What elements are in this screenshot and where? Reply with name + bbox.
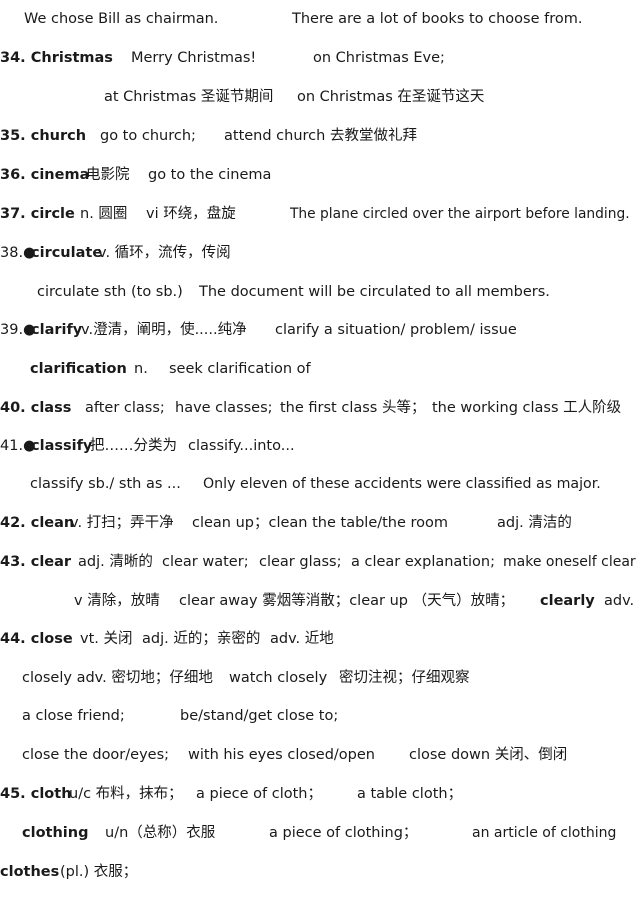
- entry-line: 39.● clarify v.澄清，阐明，使.....纯净 clarify a …: [0, 318, 640, 342]
- example-text: the working class 工人阶级: [432, 400, 622, 416]
- example-text: clean up；clean the table/the room: [192, 515, 449, 531]
- entry-line: 34. Christmas Merry Christmas! on Christ…: [0, 46, 640, 70]
- entry-line: 43. clear adj. 清晰的 clear water; clear gl…: [0, 550, 640, 574]
- example-text: make oneself clear: [503, 554, 636, 570]
- definition-text: v. 循环，流传，传阅: [98, 245, 231, 261]
- definition-text: adj. 清洁的: [497, 515, 572, 531]
- definition-text: vi 环绕，盘旋: [146, 206, 236, 222]
- headword: clarification: [30, 361, 127, 377]
- entry-line: clarification n. seek clarification of: [0, 357, 640, 381]
- headword: 37. circle: [0, 206, 75, 222]
- entry-line: close the door/eyes; with his eyes close…: [0, 743, 640, 767]
- headword: 42. clean: [0, 515, 75, 531]
- definition-text: vt. 关闭: [80, 631, 133, 647]
- headword: 34. Christmas: [0, 50, 113, 66]
- headword: 40. class: [0, 400, 72, 416]
- definition-text: v.澄清，阐明，使.....纯净: [81, 322, 247, 338]
- example-text: a close friend;: [22, 708, 125, 724]
- example-text: a piece of clothing；: [269, 825, 418, 841]
- example-text: Merry Christmas!: [131, 50, 257, 66]
- entry-line: classify sb./ sth as ... Only eleven of …: [0, 472, 640, 496]
- example-text: clarify a situation/ problem/ issue: [275, 322, 517, 338]
- example-text: the first class 头等；: [280, 400, 426, 416]
- example-text: clear glass;: [259, 554, 342, 570]
- definition-text: 把……分类为: [90, 438, 177, 454]
- example-text: with his eyes closed/open: [188, 747, 375, 763]
- example-text: close the door/eyes;: [22, 747, 170, 763]
- headword: 44. close: [0, 631, 73, 647]
- definition-text: u/n（总称）衣服: [105, 825, 216, 841]
- example-text: watch closely: [229, 670, 328, 686]
- example-text: have classes;: [175, 400, 273, 416]
- headword: classify: [31, 438, 93, 454]
- entry-line: 45. cloth u/c 布料，抹布； a piece of cloth； a…: [0, 782, 640, 806]
- definition-text: u/c 布料，抹布；: [69, 786, 183, 802]
- example-text: go to church;: [100, 128, 196, 144]
- example-text: a clear explanation;: [351, 554, 495, 570]
- definition-text: adv. 近地: [270, 631, 334, 647]
- definition-text: n.: [134, 361, 148, 377]
- definition-text: closely adv. 密切地；仔细地: [22, 670, 213, 686]
- entry-line: 35. church go to church; attend church 去…: [0, 124, 640, 148]
- entry-line: clothes (pl.) 衣服；: [0, 860, 640, 884]
- example-text: after class;: [85, 400, 165, 416]
- definition-text: v 清除，放晴: [74, 593, 160, 609]
- headword: circulate: [31, 245, 103, 261]
- example-text: The document will be circulated to all m…: [199, 284, 550, 300]
- example-text: an article of clothing: [472, 825, 617, 841]
- entry-line: 44. close vt. 关闭 adj. 近的；亲密的 adv. 近地: [0, 627, 640, 651]
- example-text: circulate sth (to sb.): [37, 284, 183, 300]
- example-text: a table cloth；: [357, 786, 463, 802]
- headword: clearly: [540, 593, 595, 609]
- entry-line: 36. cinema 电影院 go to the cinema: [0, 163, 640, 187]
- entry-line: We chose Bill as chairman. There are a l…: [0, 7, 640, 31]
- definition-text: (pl.) 衣服；: [60, 864, 138, 880]
- entry-line: 37. circle n. 圆圈 vi 环绕，盘旋 The plane circ…: [0, 202, 640, 226]
- headword: clothes: [0, 864, 60, 880]
- headword: 43. clear: [0, 554, 72, 570]
- headword: clothing: [22, 825, 89, 841]
- definition-text: 密切注视；仔细观察: [339, 670, 470, 686]
- example-text: clear away 雾烟等消散；clear up （天气）放晴；: [179, 593, 515, 609]
- definition-text: v. 打扫；弄干净: [70, 515, 174, 531]
- definition-text: 电影院: [86, 167, 130, 183]
- entry-line: v 清除，放晴 clear away 雾烟等消散；clear up （天气）放晴…: [0, 589, 640, 613]
- definition-text: adj. 近的；亲密的: [142, 631, 261, 647]
- headword: 36. cinema: [0, 167, 90, 183]
- example-text: There are a lot of books to choose from.: [292, 11, 583, 27]
- headword: clarify: [31, 322, 83, 338]
- entry-line: 42. clean v. 打扫；弄干净 clean up；clean the t…: [0, 511, 640, 535]
- definition-text: adv.: [604, 593, 635, 609]
- example-text: clear water;: [162, 554, 249, 570]
- example-text: on Christmas 在圣诞节这天: [297, 89, 485, 105]
- example-text: be/stand/get close to;: [180, 708, 339, 724]
- entry-line: circulate sth (to sb.) The document will…: [0, 280, 640, 304]
- definition-text: adj. 清晰的: [78, 554, 153, 570]
- definition-text: n. 圆圈: [80, 206, 128, 222]
- example-text: at Christmas 圣诞节期间: [104, 89, 274, 105]
- example-text: The plane circled over the airport befor…: [290, 206, 630, 222]
- example-text: seek clarification of: [169, 361, 311, 377]
- entry-line: 38.● circulate v. 循环，流传，传阅: [0, 241, 640, 265]
- headword: 35. church: [0, 128, 87, 144]
- example-text: a piece of cloth；: [196, 786, 322, 802]
- entry-line: 41.● classify 把……分类为 classify...into...: [0, 434, 640, 458]
- example-text: go to the cinema: [148, 167, 272, 183]
- entry-line: closely adv. 密切地；仔细地 watch closely 密切注视；…: [0, 666, 640, 690]
- entry-line: 40. class after class; have classes; the…: [0, 396, 640, 420]
- entry-line: at Christmas 圣诞节期间 on Christmas 在圣诞节这天: [0, 85, 640, 109]
- example-text: We chose Bill as chairman.: [24, 11, 219, 27]
- entry-line: a close friend; be/stand/get close to;: [0, 704, 640, 728]
- example-text: attend church 去教堂做礼拜: [224, 128, 417, 144]
- example-text: classify...into...: [188, 438, 295, 454]
- example-text: close down 关闭、倒闭: [409, 747, 568, 763]
- entry-line: clothing u/n（总称）衣服 a piece of clothing； …: [0, 821, 640, 845]
- example-text: Only eleven of these accidents were clas…: [203, 476, 601, 492]
- example-text: on Christmas Eve;: [313, 50, 445, 66]
- headword: 45. cloth: [0, 786, 72, 802]
- example-text: classify sb./ sth as ...: [30, 476, 181, 492]
